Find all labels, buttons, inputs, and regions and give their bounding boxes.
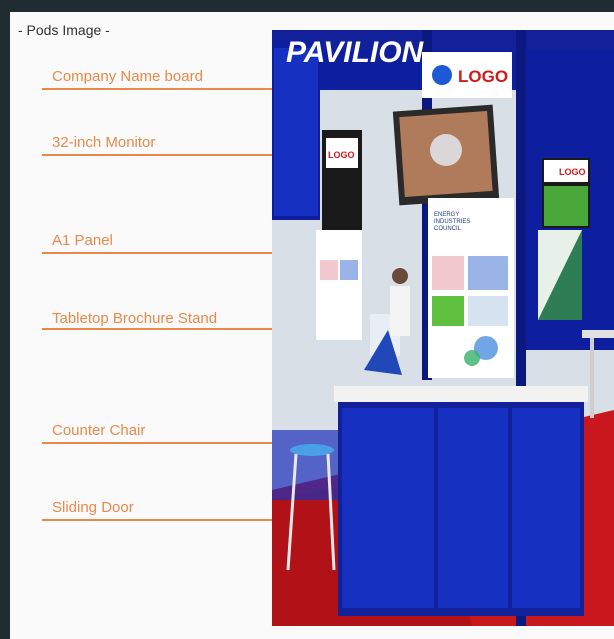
left-logo-text: LOGO — [328, 150, 355, 160]
document-page: - Pods Image - Company Name board 32-inc… — [10, 12, 614, 639]
pavilion-sign-text: PAVILION — [286, 36, 425, 69]
section-heading: - Pods Image - — [18, 22, 110, 38]
label-a1-panel: A1 Panel — [52, 232, 113, 249]
label-tabletop-brochure-stand: Tabletop Brochure Stand — [52, 310, 218, 327]
label-company-name-board: Company Name board — [52, 68, 203, 85]
logo-text: LOGO — [458, 67, 508, 86]
label-sliding-door: Sliding Door — [52, 499, 134, 516]
booth-photo: PAVILION LOGO LOGO LOGO ENERGY INDUSTRIE… — [272, 30, 614, 626]
label-counter-chair: Counter Chair — [52, 422, 146, 439]
right-logo-text: LOGO — [559, 167, 586, 177]
label-32-inch-monitor: 32-inch Monitor — [52, 134, 156, 151]
